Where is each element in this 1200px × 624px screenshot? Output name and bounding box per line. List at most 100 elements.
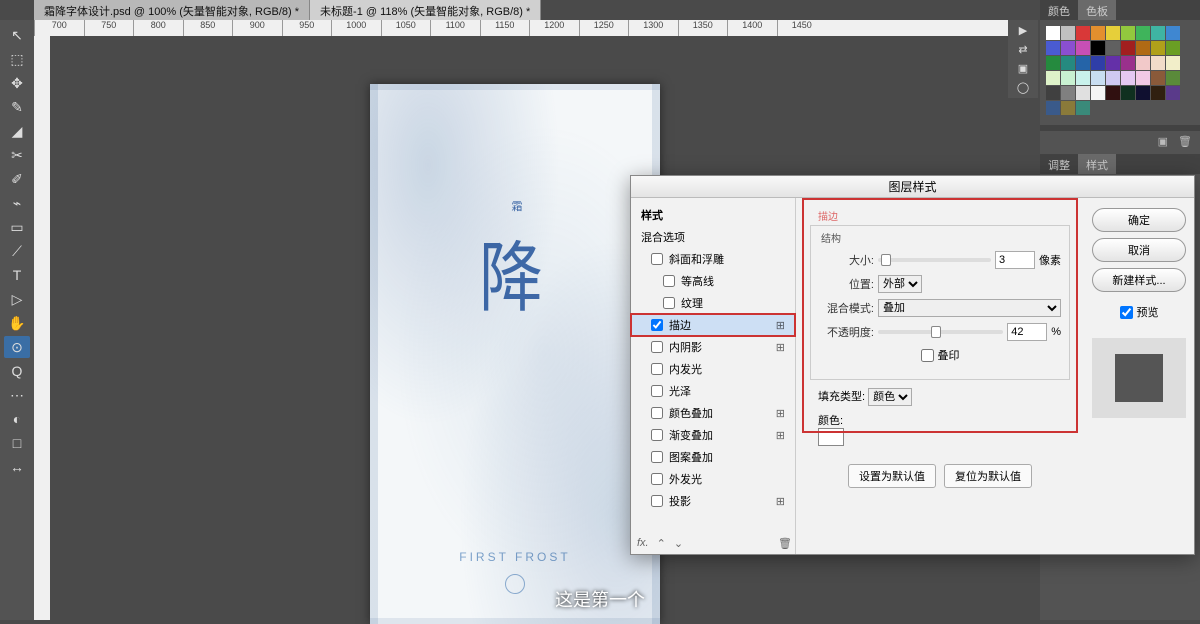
swatch[interactable]: [1106, 41, 1120, 55]
swatch[interactable]: [1121, 26, 1135, 40]
tool-7[interactable]: ⌁: [4, 192, 30, 214]
tool-9[interactable]: ⟋: [4, 240, 30, 262]
swatch-new-icon[interactable]: ▣: [1158, 135, 1168, 148]
swatch[interactable]: [1106, 26, 1120, 40]
swatch[interactable]: [1061, 71, 1075, 85]
tab-adjust[interactable]: 调整: [1040, 154, 1078, 174]
blend-options-row[interactable]: 混合选项: [631, 226, 795, 248]
size-slider[interactable]: [878, 258, 991, 262]
effect-checkbox[interactable]: [651, 495, 663, 507]
swatch[interactable]: [1046, 101, 1060, 115]
swatch[interactable]: [1166, 56, 1180, 70]
swatch[interactable]: [1091, 41, 1105, 55]
swatch[interactable]: [1046, 41, 1060, 55]
tool-10[interactable]: T: [4, 264, 30, 286]
tool-4[interactable]: ◢: [4, 120, 30, 142]
plus-icon[interactable]: ⊞: [776, 319, 785, 332]
swatch[interactable]: [1091, 26, 1105, 40]
swap-icon[interactable]: ⇄: [1018, 43, 1027, 56]
tool-2[interactable]: ✥: [4, 72, 30, 94]
swatch[interactable]: [1151, 56, 1165, 70]
swatch[interactable]: [1046, 56, 1060, 70]
tool-16[interactable]: ◐: [4, 408, 30, 430]
play-icon[interactable]: ▶: [1019, 24, 1027, 37]
swatch[interactable]: [1061, 26, 1075, 40]
swatch[interactable]: [1136, 26, 1150, 40]
effect-checkbox[interactable]: [651, 385, 663, 397]
effect-row-11[interactable]: 投影⊞: [631, 490, 795, 512]
reset-default-button[interactable]: 复位为默认值: [944, 464, 1032, 488]
new-style-button[interactable]: 新建样式...: [1092, 268, 1186, 292]
plus-icon[interactable]: ⊞: [776, 429, 785, 442]
effect-checkbox[interactable]: [651, 363, 663, 375]
swatch[interactable]: [1121, 86, 1135, 100]
swatch[interactable]: [1091, 56, 1105, 70]
cancel-button[interactable]: 取消: [1092, 238, 1186, 262]
swatch[interactable]: [1166, 26, 1180, 40]
swatch[interactable]: [1166, 86, 1180, 100]
opacity-slider[interactable]: [878, 330, 1003, 334]
swatch[interactable]: [1121, 41, 1135, 55]
swatch[interactable]: [1076, 86, 1090, 100]
swatch[interactable]: [1046, 71, 1060, 85]
effect-row-5[interactable]: 内发光: [631, 358, 795, 380]
effect-checkbox[interactable]: [651, 253, 663, 265]
swatch[interactable]: [1061, 41, 1075, 55]
trash-icon[interactable]: 🗑: [778, 537, 792, 550]
down-icon[interactable]: ⌄: [674, 537, 683, 550]
swatch[interactable]: [1151, 71, 1165, 85]
swatch[interactable]: [1136, 71, 1150, 85]
swatch[interactable]: [1121, 71, 1135, 85]
swatch[interactable]: [1166, 41, 1180, 55]
plus-icon[interactable]: ⊞: [776, 407, 785, 420]
plus-icon[interactable]: ⊞: [776, 495, 785, 508]
effect-checkbox[interactable]: [651, 429, 663, 441]
swatch[interactable]: [1061, 86, 1075, 100]
effect-row-7[interactable]: 颜色叠加⊞: [631, 402, 795, 424]
swatch[interactable]: [1106, 71, 1120, 85]
effect-checkbox[interactable]: [651, 319, 663, 331]
plus-icon[interactable]: ⊞: [776, 341, 785, 354]
swatch[interactable]: [1091, 86, 1105, 100]
fx-icon[interactable]: fx.: [637, 537, 649, 550]
effect-row-9[interactable]: 图案叠加: [631, 446, 795, 468]
tool-12[interactable]: ✋: [4, 312, 30, 334]
tool-13[interactable]: ⊙: [4, 336, 30, 358]
tab-color[interactable]: 颜色: [1040, 0, 1078, 20]
effect-checkbox[interactable]: [663, 275, 675, 287]
tool-17[interactable]: □: [4, 432, 30, 454]
tool-14[interactable]: Q: [4, 360, 30, 382]
ok-button[interactable]: 确定: [1092, 208, 1186, 232]
effect-row-1[interactable]: 等高线: [631, 270, 795, 292]
tool-0[interactable]: ↖: [4, 24, 30, 46]
tool-15[interactable]: ⋯: [4, 384, 30, 406]
swatch[interactable]: [1106, 86, 1120, 100]
swatch[interactable]: [1076, 56, 1090, 70]
swatch[interactable]: [1136, 56, 1150, 70]
tab-doc-1[interactable]: 未标题-1 @ 118% (矢量智能对象, RGB/8) *: [310, 0, 541, 20]
tab-doc-0[interactable]: 霜降字体设计.psd @ 100% (矢量智能对象, RGB/8) *: [34, 0, 310, 20]
effect-row-2[interactable]: 纹理: [631, 292, 795, 314]
set-default-button[interactable]: 设置为默认值: [848, 464, 936, 488]
swatch[interactable]: [1151, 26, 1165, 40]
tool-11[interactable]: ▷: [4, 288, 30, 310]
effect-checkbox[interactable]: [651, 407, 663, 419]
swatch[interactable]: [1136, 86, 1150, 100]
up-icon[interactable]: ⌃: [657, 537, 666, 550]
preview-checkbox[interactable]: [1120, 306, 1133, 319]
swatch[interactable]: [1106, 56, 1120, 70]
swatch[interactable]: [1061, 101, 1075, 115]
swatch[interactable]: [1076, 26, 1090, 40]
swatch[interactable]: [1091, 71, 1105, 85]
effect-row-3[interactable]: 描边⊞: [631, 314, 795, 336]
effect-row-6[interactable]: 光泽: [631, 380, 795, 402]
swatch[interactable]: [1076, 101, 1090, 115]
tool-6[interactable]: ✐: [4, 168, 30, 190]
tool-18[interactable]: ↔: [4, 456, 30, 478]
styles-header[interactable]: 样式: [631, 204, 795, 226]
swatch[interactable]: [1046, 26, 1060, 40]
preview-toggle[interactable]: 预览: [1120, 304, 1159, 320]
effect-checkbox[interactable]: [651, 451, 663, 463]
swatch[interactable]: [1076, 41, 1090, 55]
effect-row-0[interactable]: 斜面和浮雕: [631, 248, 795, 270]
